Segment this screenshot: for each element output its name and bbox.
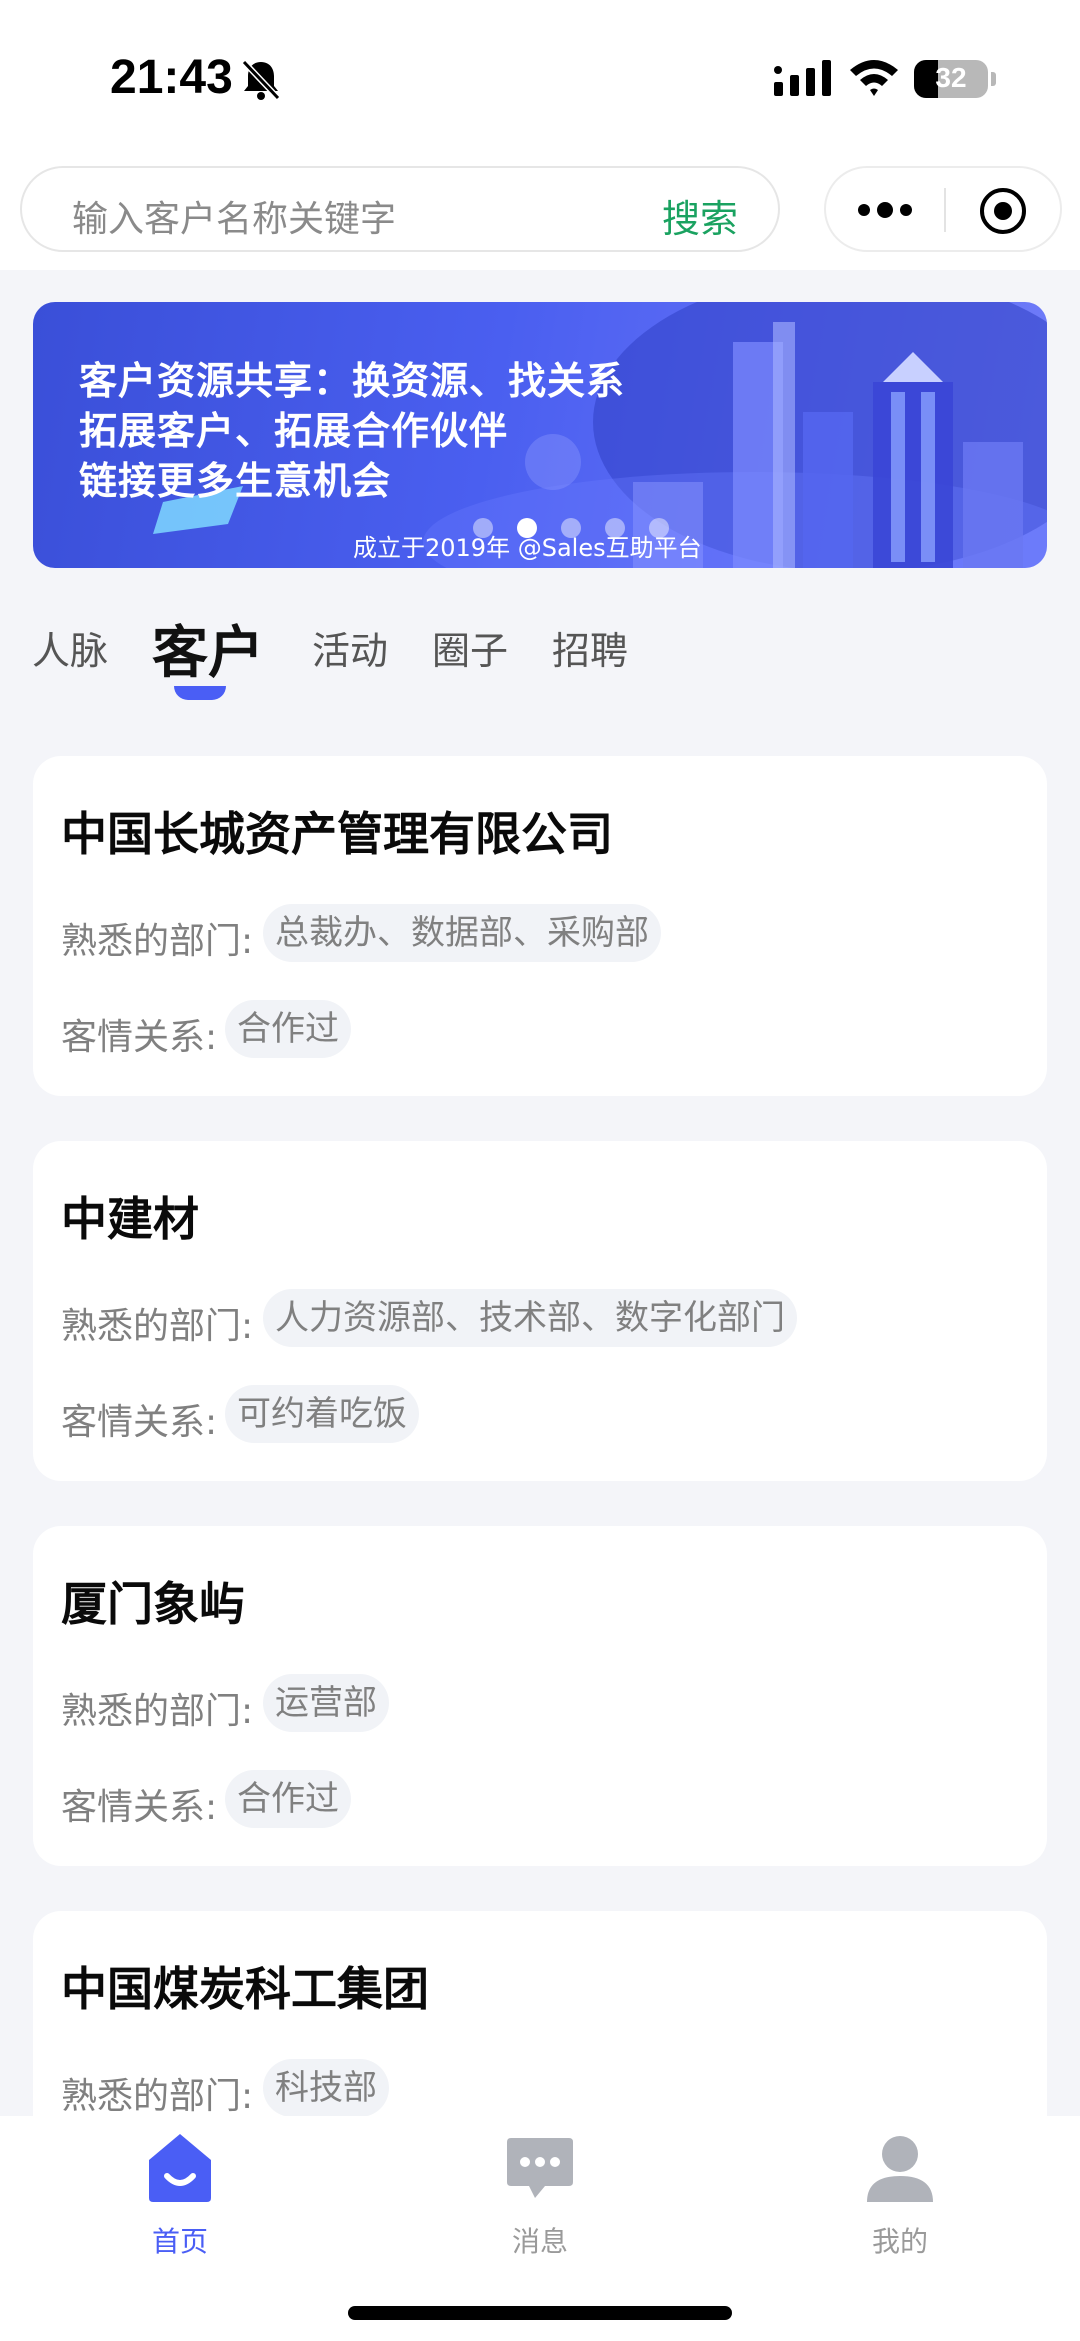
relationship-tag: 可约着吃饭	[225, 1385, 419, 1443]
relationship-tag: 合作过	[225, 1770, 351, 1828]
relationship-tag: 合作过	[225, 1000, 351, 1058]
search-placeholder: 输入客户名称关键字	[72, 199, 397, 240]
bell-muted-icon	[241, 59, 281, 101]
department-tag: 总裁办、数据部、采购部	[263, 904, 661, 962]
cellular-signal-icon	[774, 60, 831, 96]
target-icon[interactable]	[978, 186, 1028, 236]
tab-indicator	[174, 686, 226, 700]
banner-line-2: 拓展客户、拓展合作伙伴	[79, 408, 509, 453]
banner-line-3: 链接更多生意机会	[79, 458, 392, 503]
customer-card[interactable]: 中国长城资产管理有限公司 熟悉的部门: 总裁办、数据部、采购部 客情关系: 合作…	[33, 756, 1047, 1096]
nav-home[interactable]: 首页	[100, 2130, 260, 2260]
relationship-label: 客情关系:	[61, 1787, 218, 1828]
tab-recruiting[interactable]: 招聘	[552, 620, 628, 675]
nav-messages[interactable]: 消息	[460, 2130, 620, 2260]
nav-home-label: 首页	[151, 2225, 208, 2258]
mini-program-capsule	[824, 166, 1062, 252]
customer-name: 中国长城资产管理有限公司	[61, 807, 613, 861]
department-tag: 科技部	[263, 2059, 389, 2117]
nav-profile-label: 我的	[871, 2225, 928, 2258]
nav-messages-label: 消息	[511, 2225, 568, 2258]
customer-name: 厦门象屿	[61, 1577, 245, 1631]
search-button[interactable]: 搜索	[662, 188, 738, 243]
search-input[interactable]: 输入客户名称关键字 搜索	[20, 166, 780, 252]
battery-icon: 32	[914, 60, 988, 98]
home-icon	[149, 2134, 211, 2202]
wifi-icon	[850, 60, 898, 96]
nav-profile[interactable]: 我的	[820, 2130, 980, 2260]
battery-level: 32	[935, 62, 967, 93]
banner-line-1: 客户资源共享：换资源、找关系	[79, 358, 626, 403]
profile-icon	[867, 2136, 933, 2202]
relationship-label: 客情关系:	[61, 1017, 218, 1058]
department-label: 熟悉的部门:	[61, 921, 254, 962]
promo-banner[interactable]: 客户资源共享：换资源、找关系 拓展客户、拓展合作伙伴 链接更多生意机会 成立于2…	[33, 302, 1047, 568]
banner-footer: 成立于2019年 @Sales互助平台	[353, 534, 702, 562]
customer-name: 中建材	[61, 1192, 199, 1246]
status-time: 21:43	[110, 51, 233, 104]
customer-name: 中国煤炭科工集团	[61, 1962, 429, 2016]
header: 输入客户名称关键字 搜索	[0, 160, 1080, 270]
customer-card[interactable]: 厦门象屿 熟悉的部门: 运营部 客情关系: 合作过	[33, 1526, 1047, 1866]
capsule-divider	[944, 188, 946, 232]
department-tag: 运营部	[263, 1674, 389, 1732]
tab-circles[interactable]: 圈子	[432, 620, 508, 675]
home-indicator	[348, 2306, 732, 2320]
department-label: 熟悉的部门:	[61, 1691, 254, 1732]
department-label: 熟悉的部门:	[61, 2076, 254, 2117]
customer-card[interactable]: 中建材 熟悉的部门: 人力资源部、技术部、数字化部门 客情关系: 可约着吃饭	[33, 1141, 1047, 1481]
more-icon[interactable]	[856, 198, 914, 222]
battery-tip	[991, 72, 996, 86]
tab-contacts[interactable]: 人脉	[32, 620, 108, 675]
relationship-label: 客情关系:	[61, 1402, 218, 1443]
department-tag: 人力资源部、技术部、数字化部门	[263, 1289, 797, 1347]
category-tabs: 人脉 客户 活动 圈子 招聘	[0, 600, 1080, 710]
tab-events[interactable]: 活动	[312, 620, 388, 675]
message-icon	[507, 2138, 573, 2198]
department-label: 熟悉的部门:	[61, 1306, 254, 1347]
tab-customers[interactable]: 客户	[152, 608, 264, 689]
status-bar: 21:43 32	[0, 0, 1080, 160]
